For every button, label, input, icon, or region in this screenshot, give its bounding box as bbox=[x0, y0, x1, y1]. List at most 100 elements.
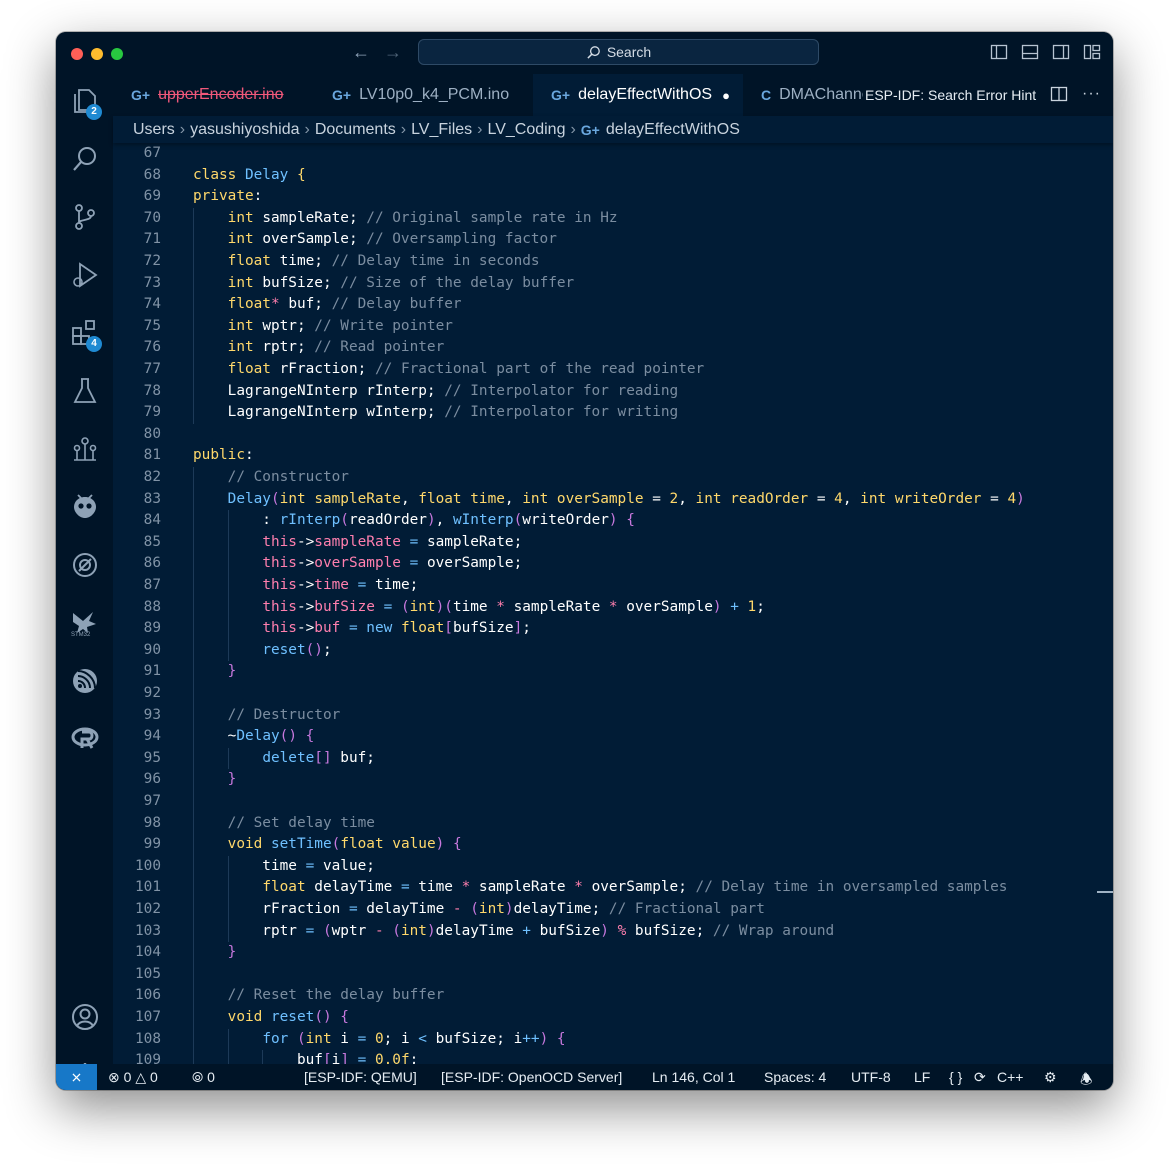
tab-dmachannel[interactable]: C DMAChannel.h bbox=[743, 74, 863, 116]
code-text: rFraction = delayTime - (int)delayTime; … bbox=[193, 899, 765, 921]
esp-idf-openocd-button[interactable]: [ESP-IDF: OpenOCD Server] bbox=[441, 1069, 622, 1085]
split-editor-icon[interactable] bbox=[1050, 85, 1068, 108]
code-token: ( bbox=[331, 836, 341, 853]
platformio-icon[interactable] bbox=[70, 492, 100, 522]
code-token: buf; bbox=[288, 296, 332, 313]
code-token: rptr; bbox=[262, 339, 315, 356]
encoding[interactable]: UTF-8 bbox=[851, 1069, 891, 1085]
code-text: LagrangeNInterp wInterp; // Interpolator… bbox=[193, 402, 679, 424]
tab-upper-encoder[interactable]: G+ upperEncoder.ino bbox=[113, 74, 314, 116]
toggle-primary-sidebar-icon[interactable] bbox=[990, 43, 1008, 61]
code-token: int bbox=[695, 490, 731, 507]
line-number: 97 bbox=[143, 793, 161, 809]
language-mode[interactable]: C++ bbox=[997, 1069, 1023, 1085]
search-icon[interactable] bbox=[70, 144, 100, 174]
ports-indicator[interactable]: ⦾ 0 bbox=[192, 1069, 215, 1086]
code-token: - bbox=[374, 922, 393, 939]
code-token: bufSize bbox=[539, 922, 601, 939]
error-count: 0 bbox=[123, 1069, 132, 1085]
code-text: delete[] buf; bbox=[193, 748, 375, 770]
problems-indicator[interactable]: ⊗ 0 △ 0 bbox=[108, 1069, 158, 1086]
testing-icon[interactable] bbox=[70, 376, 100, 406]
command-center-search[interactable]: Search bbox=[418, 39, 819, 65]
code-editor[interactable]: 67 68 class Delay {69 private: 70 int sample… bbox=[113, 143, 1113, 1064]
run-debug-icon[interactable] bbox=[70, 260, 100, 290]
code-token: delayTime; bbox=[513, 901, 609, 917]
cmake-icon[interactable] bbox=[70, 434, 100, 464]
code-token: setTime bbox=[270, 836, 332, 853]
maximize-window-button[interactable] bbox=[111, 48, 123, 60]
breadcrumb-item[interactable]: LV_Files bbox=[411, 121, 472, 139]
code-text: int sampleRate; // Original sample rate … bbox=[193, 208, 618, 230]
breadcrumb-item[interactable]: LV_Coding bbox=[487, 121, 565, 139]
code-token: // Wrap around bbox=[712, 922, 835, 939]
cursor-position[interactable]: Ln 146, Col 1 bbox=[652, 1069, 735, 1085]
code-token: for bbox=[262, 1030, 297, 1047]
code-token: buf bbox=[314, 620, 349, 637]
indentation[interactable]: Spaces: 4 bbox=[764, 1069, 826, 1085]
code-token: class bbox=[193, 166, 245, 183]
code-text: reset(); bbox=[193, 640, 331, 662]
line-number: 69 bbox=[143, 188, 161, 205]
code-token: = bbox=[357, 1052, 375, 1064]
explorer-badge: 2 bbox=[86, 104, 102, 120]
code-token: ) bbox=[600, 922, 618, 939]
esp-idf-qemu-button[interactable]: [ESP-IDF: QEMU] bbox=[304, 1069, 417, 1085]
code-token: 0 bbox=[374, 1030, 384, 1047]
end-of-line[interactable]: LF bbox=[914, 1069, 930, 1085]
account-icon[interactable] bbox=[70, 1002, 100, 1032]
breadcrumb-item[interactable]: yasushiyoshida bbox=[190, 121, 299, 139]
breadcrumb-item[interactable]: Documents bbox=[315, 121, 396, 139]
notifications-bell-icon[interactable]: 🕭 bbox=[1080, 1069, 1093, 1090]
breadcrumb-item[interactable]: delayEffectWithOS bbox=[606, 121, 740, 139]
toggle-secondary-sidebar-icon[interactable] bbox=[1052, 43, 1070, 61]
esp-idf-search-error-hint[interactable]: ESP-IDF: Search Error Hint bbox=[865, 87, 1036, 103]
line-number: 108 bbox=[135, 1030, 161, 1047]
tab-label: upperEncoder.ino bbox=[158, 86, 284, 103]
tab-lv10p0-pcm[interactable]: G+ LV10p0_k4_PCM.ino bbox=[314, 74, 533, 116]
remote-indicator-icon[interactable]: ⨯ bbox=[56, 1064, 97, 1090]
tab-delay-effect[interactable]: G+ delayEffectWithOS ● bbox=[533, 74, 743, 116]
line-number: 81 bbox=[143, 447, 161, 464]
code-token: Delay bbox=[244, 166, 297, 183]
sync-icon[interactable]: ⟳ bbox=[974, 1069, 986, 1086]
breadcrumb-item[interactable]: Users bbox=[133, 121, 175, 139]
code-token: bufSize; i bbox=[435, 1030, 523, 1047]
scrollbar-position-marker[interactable] bbox=[1097, 891, 1113, 893]
customize-layout-icon[interactable] bbox=[1083, 43, 1101, 61]
search-icon bbox=[587, 45, 600, 59]
minimize-window-button[interactable] bbox=[91, 48, 103, 60]
code-token: LagrangeNInterp rInterp; bbox=[227, 382, 445, 399]
code-token: ) { bbox=[539, 1030, 566, 1047]
code-token: readOrder bbox=[730, 490, 817, 507]
code-text: void reset() { bbox=[193, 1007, 349, 1029]
code-token: this bbox=[262, 533, 297, 550]
remote-explorer-icon[interactable] bbox=[70, 550, 100, 580]
code-token: this bbox=[262, 577, 297, 593]
code-token: -> bbox=[296, 577, 315, 593]
code-token: = bbox=[348, 901, 367, 917]
more-actions-icon[interactable]: ··· bbox=[1082, 85, 1101, 108]
back-arrow-icon[interactable]: ← bbox=[352, 42, 370, 63]
unsaved-dot-icon[interactable]: ● bbox=[722, 88, 730, 103]
error-icon: ⊗ bbox=[108, 1069, 120, 1085]
code-token: bufSize bbox=[314, 598, 384, 615]
code-token: ) bbox=[712, 598, 731, 615]
code-token: time; bbox=[279, 253, 332, 269]
stm32-icon[interactable]: STM32 bbox=[70, 608, 100, 638]
line-number: 72 bbox=[143, 253, 161, 269]
bracket-icon[interactable]: { } bbox=[949, 1069, 962, 1085]
forward-arrow-icon[interactable]: → bbox=[384, 42, 402, 63]
code-token: rInterp bbox=[279, 512, 341, 529]
toggle-panel-icon[interactable] bbox=[1021, 43, 1039, 61]
r-icon[interactable] bbox=[70, 724, 100, 754]
settings-sync-icon[interactable]: ⚙ bbox=[1044, 1069, 1057, 1086]
espressif-icon[interactable] bbox=[70, 666, 100, 696]
source-control-icon[interactable] bbox=[70, 202, 100, 232]
close-window-button[interactable] bbox=[71, 48, 83, 60]
